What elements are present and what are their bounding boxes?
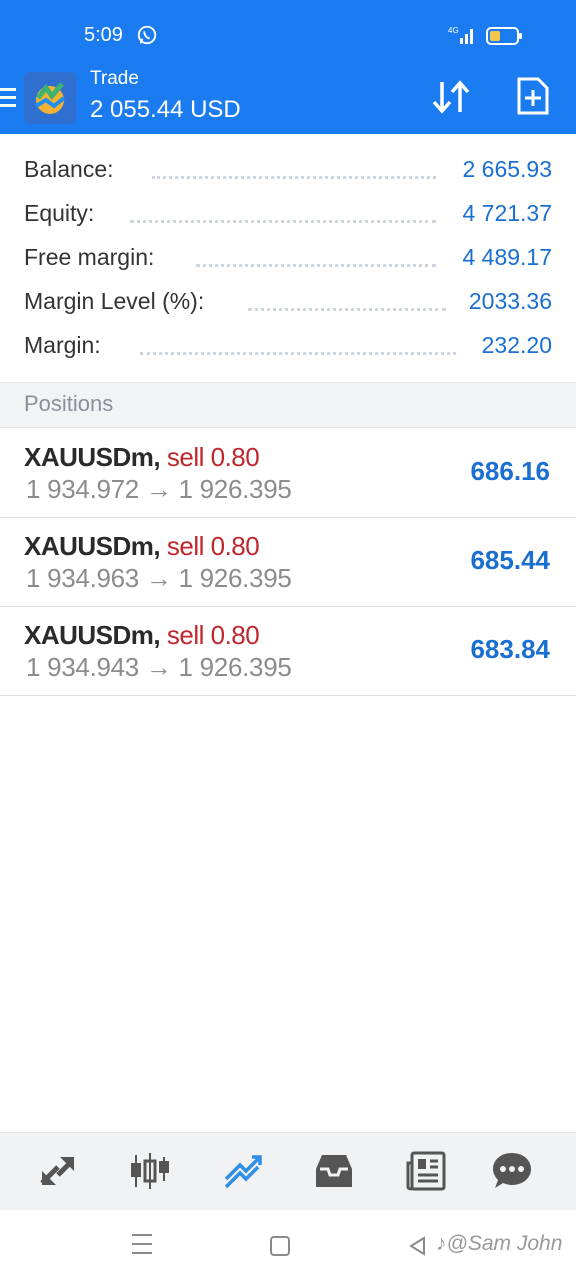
position-prices: 1 934.943 → 1 926.395	[26, 652, 292, 683]
current-price: 1 926.395	[178, 652, 292, 682]
summary-row-margin: Margin: 232.20	[0, 324, 576, 368]
trade-icon[interactable]	[220, 1149, 264, 1193]
position-title: XAUUSDm, sell 0.80	[24, 531, 260, 561]
top-bar: 5:09 4G Trade 2 055.44 USD	[0, 0, 576, 134]
messages-icon[interactable]	[490, 1149, 534, 1193]
position-profit: 686.16	[470, 456, 550, 486]
dot-leader	[140, 351, 456, 355]
dot-leader	[152, 175, 436, 179]
status-bar: 5:09 4G	[0, 0, 576, 70]
price-arrow: →	[145, 474, 172, 504]
position-side: sell 0.80	[166, 442, 260, 472]
sort-icon[interactable]	[430, 78, 472, 116]
summary-row-free-margin: Free margin: 4 489.17	[0, 236, 576, 280]
summary-label: Balance:	[24, 156, 114, 182]
position-title: XAUUSDm, sell 0.80	[24, 442, 260, 472]
summary-value: 2033.36	[468, 288, 552, 314]
summary-value: 4 489.17	[462, 244, 552, 270]
position-row[interactable]: XAUUSDm, sell 0.80 1 934.943 → 1 926.395…	[0, 606, 576, 696]
current-price: 1 926.395	[178, 563, 292, 593]
position-profit: 685.44	[470, 545, 550, 575]
open-price: 1 934.963	[26, 563, 139, 593]
price-arrow: →	[145, 652, 172, 682]
open-price: 1 934.943	[26, 652, 139, 682]
back-icon[interactable]	[408, 1236, 426, 1256]
position-row[interactable]: XAUUSDm, sell 0.80 1 934.972 → 1 926.395…	[0, 428, 576, 518]
system-nav-bar: ♪@Sam John	[0, 1210, 576, 1280]
summary-label: Margin:	[24, 332, 101, 358]
positions-section-header: Positions	[0, 382, 576, 428]
home-icon[interactable]	[270, 1236, 290, 1256]
dot-leader	[196, 263, 436, 267]
price-arrow: →	[145, 563, 172, 593]
position-side: sell 0.80	[166, 620, 260, 650]
app-root: 5:09 4G Trade 2 055.44 USD Balance: 2 66…	[0, 0, 576, 1280]
position-prices: 1 934.972 → 1 926.395	[26, 474, 292, 505]
new-order-icon[interactable]	[516, 76, 550, 116]
summary-row-margin-level: Margin Level (%): 2033.36	[0, 280, 576, 324]
page-title: Trade	[90, 68, 139, 89]
summary-value: 232.20	[481, 332, 552, 358]
summary-label: Equity:	[24, 200, 95, 226]
watermark-text: ♪@Sam John	[436, 1232, 563, 1255]
position-symbol: XAUUSDm	[24, 442, 154, 472]
open-price: 1 934.972	[26, 474, 139, 504]
status-time: 5:09	[84, 24, 123, 46]
position-prices: 1 934.963 → 1 926.395	[26, 563, 292, 594]
positions-title: Positions	[24, 391, 114, 416]
dot-leader	[130, 219, 436, 223]
app-header: Trade 2 055.44 USD	[0, 66, 576, 134]
recents-icon[interactable]	[132, 1232, 152, 1256]
app-logo	[24, 72, 76, 124]
signal-icon: 4G	[448, 26, 473, 44]
summary-value: 2 665.93	[462, 156, 552, 182]
network-label: 4G	[448, 26, 459, 35]
summary-label: Free margin:	[24, 244, 155, 270]
position-profit: 683.84	[470, 634, 550, 664]
account-summary: Balance: 2 665.93 Equity: 4 721.37 Free …	[0, 148, 576, 368]
current-price: 1 926.395	[178, 474, 292, 504]
summary-label: Margin Level (%):	[24, 288, 205, 314]
summary-value: 4 721.37	[462, 200, 552, 226]
position-symbol: XAUUSDm	[24, 620, 154, 650]
chart-icon[interactable]	[128, 1149, 172, 1193]
history-icon[interactable]	[312, 1149, 356, 1193]
whatsapp-icon	[137, 25, 157, 45]
position-side: sell 0.80	[166, 531, 260, 561]
dot-leader	[248, 307, 446, 311]
account-balance: 2 055.44 USD	[90, 96, 241, 123]
summary-row-equity: Equity: 4 721.37	[0, 192, 576, 236]
battery-icon	[486, 27, 522, 45]
menu-icon[interactable]	[0, 84, 18, 112]
news-icon[interactable]	[404, 1149, 448, 1193]
position-symbol: XAUUSDm	[24, 531, 154, 561]
position-title: XAUUSDm, sell 0.80	[24, 620, 260, 650]
position-row[interactable]: XAUUSDm, sell 0.80 1 934.963 → 1 926.395…	[0, 517, 576, 607]
summary-row-balance: Balance: 2 665.93	[0, 148, 576, 192]
quotes-icon[interactable]	[36, 1149, 80, 1193]
bottom-tab-bar	[0, 1132, 576, 1210]
